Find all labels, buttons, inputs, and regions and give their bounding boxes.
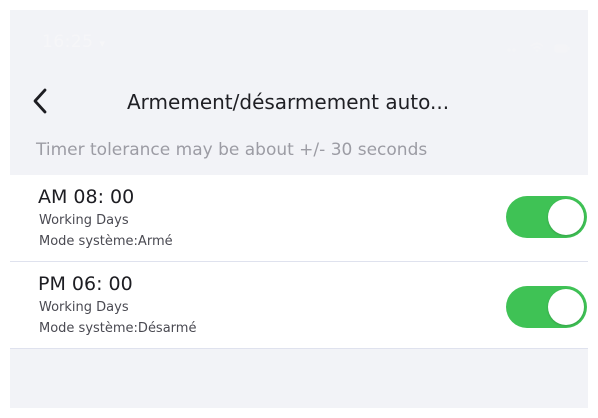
schedule-mode: Mode système:Armé (39, 234, 173, 249)
schedule-days: Working Days (39, 213, 129, 228)
status-time: 16:25 ▾ (42, 32, 105, 52)
schedule-toggle[interactable] (506, 196, 587, 238)
toggle-knob (548, 289, 584, 325)
schedule-toggle[interactable] (506, 286, 587, 328)
status-icons (506, 37, 570, 52)
chevron-left-icon (33, 88, 47, 114)
wifi-icon (530, 37, 544, 52)
page-title: Armement/désarmement auto... (127, 90, 450, 114)
signal-icon (506, 38, 520, 51)
schedule-days: Working Days (39, 300, 129, 315)
battery-icon (554, 38, 570, 52)
phone-screenshot: 16:25 ▾ Armement/désarmement auto... Tim… (0, 0, 598, 418)
navigation-bar: Armement/désarmement auto... (10, 78, 588, 124)
schedule-mode: Mode système:Désarmé (39, 321, 197, 336)
schedule-row[interactable]: AM 08: 00 Working Days Mode système:Armé (10, 175, 588, 262)
schedule-row[interactable]: PM 06: 00 Working Days Mode système:Désa… (10, 262, 588, 349)
status-time-text: 16:25 (42, 32, 94, 52)
status-time-suffix: ▾ (99, 37, 106, 50)
tolerance-notice: Timer tolerance may be about +/- 30 seco… (36, 140, 428, 160)
app-screen: 16:25 ▾ Armement/désarmement auto... Tim… (10, 10, 588, 408)
schedule-list: AM 08: 00 Working Days Mode système:Armé… (10, 175, 588, 349)
toggle-knob (548, 199, 584, 235)
back-button[interactable] (26, 84, 54, 118)
schedule-time: AM 08: 00 (38, 186, 135, 208)
schedule-time: PM 06: 00 (38, 273, 133, 295)
status-bar: 16:25 ▾ (10, 10, 588, 74)
